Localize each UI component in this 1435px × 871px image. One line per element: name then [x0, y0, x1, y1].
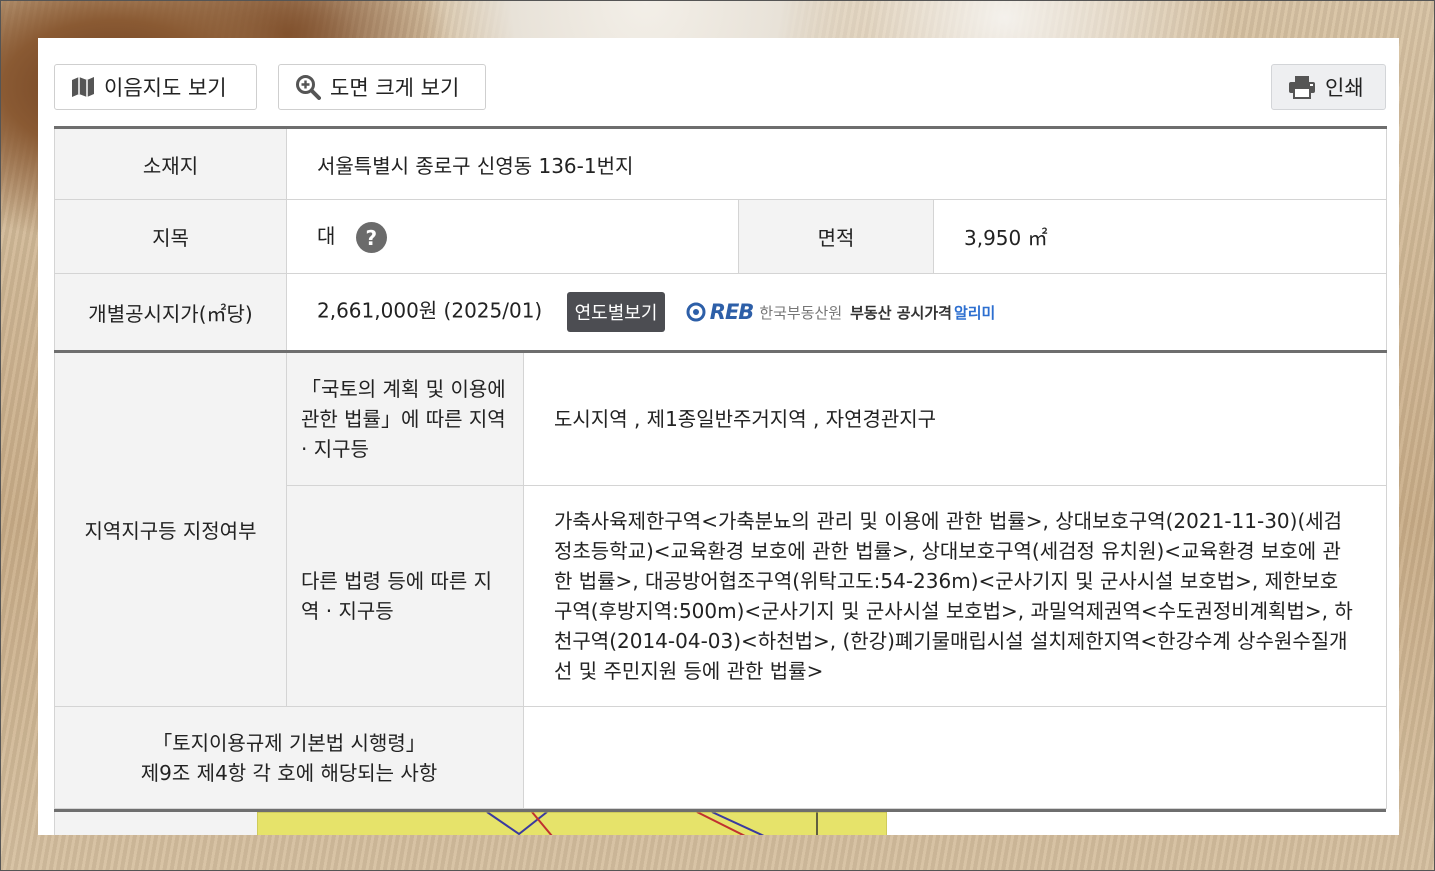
map-view-button[interactable]: 이음지도 보기	[54, 64, 257, 110]
price-label: 개별공시지가(㎡당)	[54, 273, 287, 352]
print-label: 인쇄	[1325, 76, 1364, 100]
price-cell: 2,661,000원 (2025/01) 연도별보기 REB 한국부동산원 부동…	[285, 273, 1388, 352]
price-row: 개별공시지가(㎡당) 2,661,000원 (2025/01) 연도별보기 RE…	[54, 273, 1388, 352]
reb-org-name: 한국부동산원	[759, 303, 843, 322]
reb-logo-text: REB	[709, 300, 755, 324]
land-map-section	[54, 809, 1386, 835]
map-icon	[72, 77, 94, 97]
reb-price-link[interactable]: REB 한국부동산원 부동산 공시가격 알리미	[686, 300, 996, 324]
zoning-label: 지역지구등 지정여부	[54, 350, 287, 707]
zoning-law2-label: 다른 법령 등에 따른 지역 · 지구등	[286, 485, 524, 707]
regulation-row: 「토지이용규제 기본법 시행령」 제9조 제4항 각 호에 해당되는 사항	[54, 706, 1388, 809]
area-label: 면적	[738, 199, 934, 274]
print-button[interactable]: 인쇄	[1271, 64, 1386, 110]
category-cell: 대 ?	[286, 199, 739, 274]
reb-service-name: 부동산 공시가격	[850, 303, 952, 322]
map-view-label: 이음지도 보기	[104, 76, 227, 100]
reb-logo-icon	[686, 302, 706, 322]
zoning-law1-value: 도시지역 , 제1종일반주거지역 , 자연경관지구	[522, 350, 1388, 486]
land-info-table: 소재지 서울특별시 종로구 신영동 136-1번지 지목 대 ? 면적 3,95…	[54, 126, 1388, 809]
printer-icon	[1289, 76, 1315, 99]
location-row: 소재지 서울특별시 종로구 신영동 136-1번지	[54, 127, 1388, 200]
zoning-law1-label: 「국토의 계획 및 이용에 관한 법률」에 따른 지역 · 지구등	[286, 350, 524, 486]
regulation-value	[522, 706, 1388, 809]
zoning-law1-row: 지역지구등 지정여부 「국토의 계획 및 이용에 관한 법률」에 따른 지역 ·…	[54, 350, 1388, 707]
regulation-label-line1: 「토지이용규제 기본법 시행령」	[152, 730, 426, 755]
land-map-drawing	[257, 812, 887, 835]
category-value: 대	[317, 224, 336, 248]
land-info-panel: 이음지도 보기 도면 크게 보기 인쇄 소재지 서울특별시 종로구 신영동 13	[38, 38, 1399, 835]
yearly-view-button[interactable]: 연도별보기	[566, 292, 666, 332]
location-value: 서울특별시 종로구 신영동 136-1번지	[285, 127, 1388, 200]
zoning-law2-value: 가축사육제한구역<가축분뇨의 관리 및 이용에 관한 법률>, 상대보호구역(2…	[522, 485, 1388, 707]
price-value: 2,661,000원 (2025/01)	[317, 298, 543, 323]
help-icon[interactable]: ?	[355, 222, 387, 253]
regulation-label-line2: 제9조 제4항 각 호에 해당되는 사항	[140, 760, 438, 785]
zoom-in-icon	[296, 75, 321, 100]
zoom-drawing-button[interactable]: 도면 크게 보기	[278, 64, 486, 110]
category-label: 지목	[54, 199, 287, 274]
area-value: 3,950 ㎡	[932, 199, 1388, 274]
zoom-drawing-label: 도면 크게 보기	[330, 76, 460, 100]
land-map-image[interactable]	[257, 812, 887, 835]
reb-service-highlight: 알리미	[953, 303, 996, 322]
location-label: 소재지	[54, 127, 287, 200]
regulation-label: 「토지이용규제 기본법 시행령」 제9조 제4항 각 호에 해당되는 사항	[54, 706, 524, 809]
category-row: 지목 대 ? 면적 3,950 ㎡	[54, 199, 1388, 274]
land-map-header	[54, 812, 258, 835]
